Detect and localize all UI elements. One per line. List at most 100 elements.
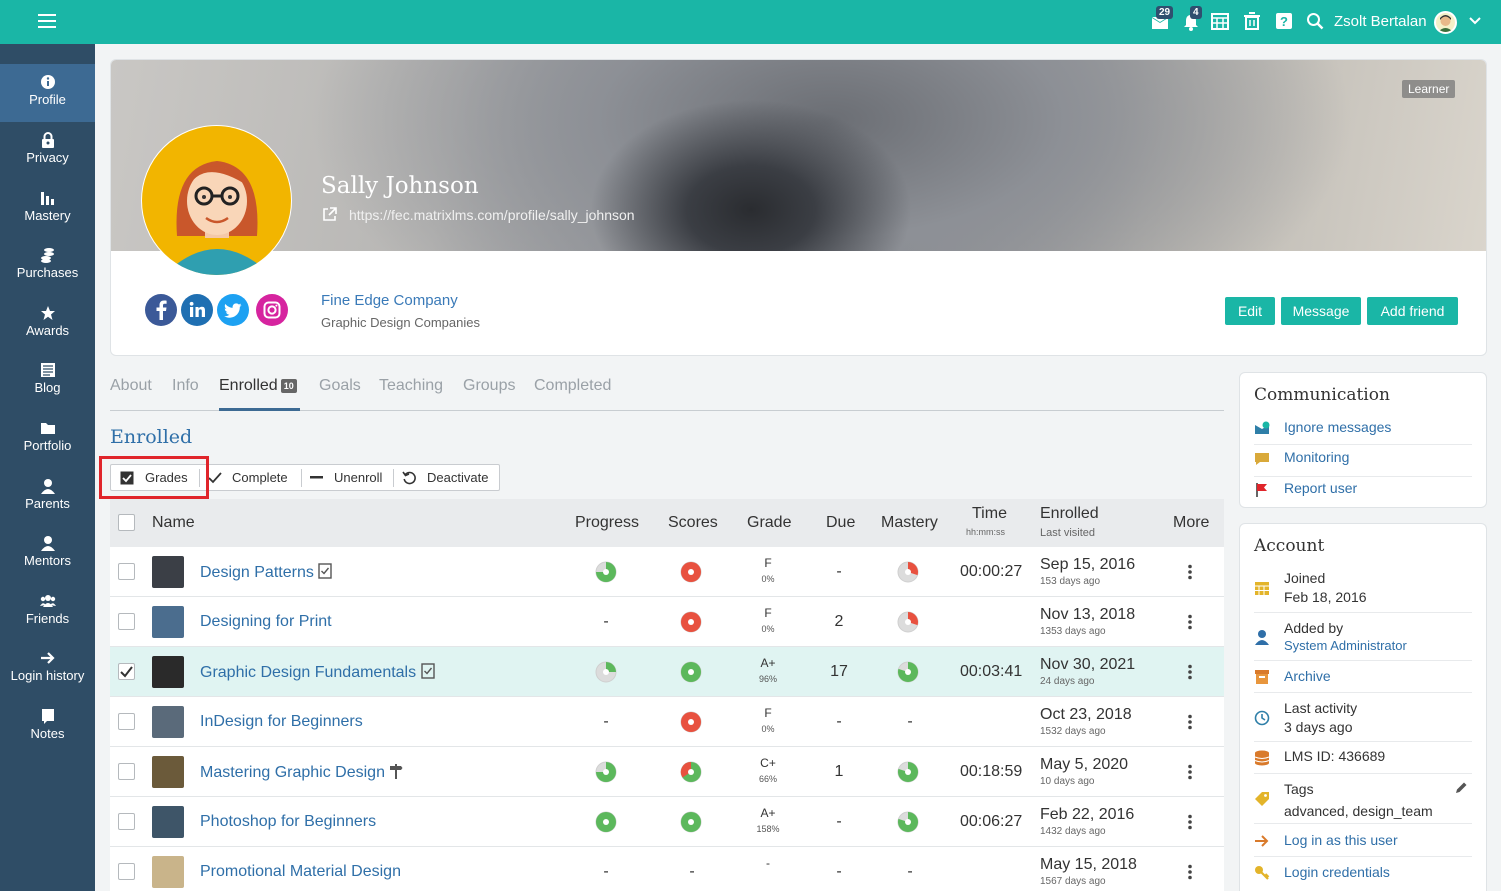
sidebar-item-login-history[interactable]: Login history — [0, 640, 95, 698]
archive-item[interactable]: Archive — [1254, 664, 1472, 693]
ignore-messages-item[interactable]: Ignore messages — [1254, 417, 1472, 445]
calendar-icon[interactable] — [1211, 12, 1231, 32]
course-thumbnail[interactable] — [152, 656, 184, 688]
profile-url[interactable]: https://fec.matrixlms.com/profile/sally_… — [349, 207, 635, 223]
user-avatar[interactable] — [1434, 11, 1457, 34]
more-options-icon[interactable] — [1186, 714, 1194, 730]
trash-icon[interactable] — [1243, 12, 1263, 32]
column-name[interactable]: Name — [152, 514, 195, 532]
instagram-icon[interactable] — [256, 294, 288, 326]
sidebar-item-notes[interactable]: Notes — [0, 698, 95, 756]
sidebar-item-friends[interactable]: Friends — [0, 583, 95, 641]
row-checkbox[interactable] — [118, 863, 135, 880]
tab-about[interactable]: About — [110, 377, 152, 395]
column-enrolled[interactable]: Enrolled — [1040, 505, 1099, 523]
sidebar-item-portfolio[interactable]: Portfolio — [0, 410, 95, 468]
table-row[interactable]: Designing for Print - F 0% 2 Nov 13, 2018 1353… — [110, 597, 1224, 647]
more-options-icon[interactable] — [1186, 764, 1194, 780]
tab-completed[interactable]: Completed — [534, 377, 611, 395]
monitoring-item[interactable]: Monitoring — [1254, 447, 1472, 477]
course-link[interactable]: Photoshop for Beginners — [200, 813, 376, 831]
select-all-checkbox[interactable] — [118, 514, 135, 531]
ignore-messages-link[interactable]: Ignore messages — [1284, 419, 1391, 435]
sidebar-item-privacy[interactable]: Privacy — [0, 122, 95, 180]
row-checkbox[interactable] — [118, 763, 135, 780]
progress-chart[interactable] — [595, 761, 617, 783]
sidebar-item-profile[interactable]: Profile — [0, 64, 95, 122]
help-icon[interactable]: ? — [1275, 12, 1295, 32]
login-credentials-item[interactable]: Login credentials — [1254, 860, 1472, 890]
report-user-link[interactable]: Report user — [1284, 480, 1357, 496]
pencil-icon[interactable] — [1454, 781, 1468, 795]
sidebar-item-mentors[interactable]: Mentors — [0, 525, 95, 583]
monitoring-link[interactable]: Monitoring — [1284, 449, 1349, 465]
chevron-down-icon[interactable] — [1468, 14, 1482, 28]
company-link[interactable]: Fine Edge Company — [321, 292, 458, 309]
course-link[interactable]: Mastering Graphic Design — [200, 763, 403, 782]
mastery-chart[interactable] — [897, 811, 919, 833]
more-options-icon[interactable] — [1186, 614, 1194, 630]
report-user-item[interactable]: Report user — [1254, 478, 1472, 506]
scores-chart[interactable] — [680, 711, 702, 733]
course-thumbnail[interactable] — [152, 606, 184, 638]
messages-icon[interactable]: 29 — [1150, 6, 1174, 32]
row-checkbox[interactable] — [118, 813, 135, 830]
mastery-chart[interactable] — [897, 611, 919, 633]
sidebar-item-mastery[interactable]: Mastery — [0, 180, 95, 238]
login-as-link[interactable]: Log in as this user — [1284, 832, 1398, 848]
progress-chart[interactable] — [595, 661, 617, 683]
scores-chart[interactable] — [680, 611, 702, 633]
course-link[interactable]: Promotional Material Design — [200, 863, 401, 881]
course-link[interactable]: InDesign for Beginners — [200, 713, 363, 731]
progress-chart[interactable] — [595, 811, 617, 833]
tab-groups[interactable]: Groups — [463, 377, 515, 395]
course-link[interactable]: Graphic Design Fundamentals — [200, 663, 435, 682]
sidebar-item-parents[interactable]: Parents — [0, 468, 95, 526]
more-options-icon[interactable] — [1186, 864, 1194, 880]
mastery-chart[interactable] — [897, 661, 919, 683]
mastery-chart[interactable] — [897, 761, 919, 783]
table-row[interactable]: InDesign for Beginners - F 0% - - Oct 23, 2018… — [110, 697, 1224, 747]
column-time[interactable]: Time — [972, 505, 1007, 523]
course-thumbnail[interactable] — [152, 706, 184, 738]
login-as-item[interactable]: Log in as this user — [1254, 827, 1472, 857]
twitter-icon[interactable] — [217, 294, 249, 326]
progress-chart[interactable] — [595, 561, 617, 583]
course-thumbnail[interactable] — [152, 806, 184, 838]
row-checkbox[interactable] — [118, 713, 135, 730]
linkedin-icon[interactable] — [181, 294, 213, 326]
course-link[interactable]: Designing for Print — [200, 613, 332, 631]
tab-info[interactable]: Info — [172, 377, 199, 395]
tab-teaching[interactable]: Teaching — [379, 377, 443, 395]
row-checkbox[interactable] — [118, 613, 135, 630]
more-options-icon[interactable] — [1186, 564, 1194, 580]
mastery-chart[interactable] — [897, 561, 919, 583]
add-friend-button[interactable]: Add friend — [1367, 297, 1458, 325]
scores-chart[interactable] — [680, 811, 702, 833]
column-scores[interactable]: Scores — [668, 514, 718, 532]
facebook-icon[interactable] — [145, 294, 177, 326]
more-options-icon[interactable] — [1186, 814, 1194, 830]
column-due[interactable]: Due — [826, 514, 855, 532]
column-grade[interactable]: Grade — [747, 514, 791, 532]
edit-button[interactable]: Edit — [1225, 297, 1275, 325]
scores-chart[interactable] — [680, 661, 702, 683]
table-row[interactable]: Design Patterns F 0% - 00:00:27 Sep 15, 2016… — [110, 547, 1224, 597]
search-icon[interactable] — [1306, 12, 1326, 32]
hamburger-icon[interactable] — [38, 14, 56, 28]
table-row[interactable]: Mastering Graphic Design C+ 66% 1 00:18:59 M… — [110, 747, 1224, 797]
table-row[interactable]: Graphic Design Fundamentals A+ 96% 17 00:03… — [110, 647, 1224, 697]
sidebar-item-blog[interactable]: Blog — [0, 352, 95, 410]
sidebar-item-awards[interactable]: Awards — [0, 295, 95, 353]
login-credentials-link[interactable]: Login credentials — [1284, 864, 1390, 880]
sidebar-item-purchases[interactable]: Purchases — [0, 237, 95, 295]
message-button[interactable]: Message — [1281, 297, 1361, 325]
scores-chart[interactable] — [680, 761, 702, 783]
added-by-link[interactable]: System Administrator — [1284, 638, 1407, 653]
tab-goals[interactable]: Goals — [319, 377, 361, 395]
notifications-icon[interactable]: 4 — [1181, 6, 1202, 32]
course-link[interactable]: Design Patterns — [200, 563, 332, 582]
tab-enrolled[interactable]: Enrolled 10 — [219, 377, 297, 395]
column-progress[interactable]: Progress — [575, 514, 639, 532]
course-thumbnail[interactable] — [152, 856, 184, 888]
